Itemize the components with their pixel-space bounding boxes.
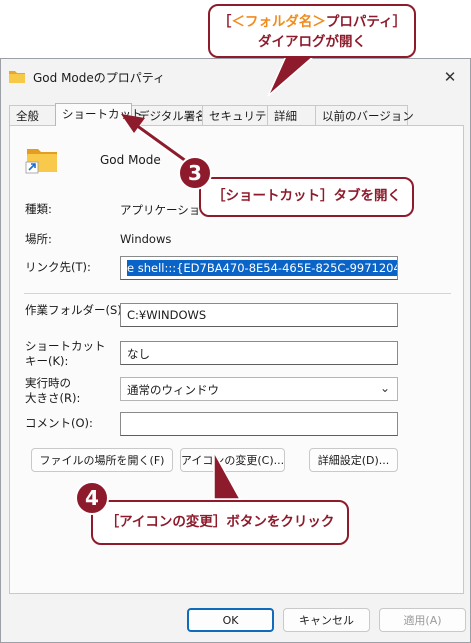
callout-dialog-opens: ダイアログが開く: [258, 34, 366, 50]
dialog-opens-callout: ［＜フォルダ名＞プロパティ］ ダイアログが開く: [208, 4, 416, 58]
step4-callout-pointer: [213, 451, 242, 500]
top-callout-pointer: [267, 55, 317, 97]
annotation-arrows: [121, 55, 317, 500]
step4-badge: 4: [75, 481, 109, 515]
step4-callout: ［アイコンの変更］ボタンをクリック: [91, 500, 349, 545]
callout-properties: プロパティ］: [325, 14, 407, 30]
step3-badge: 3: [178, 156, 212, 190]
callout-folder-name: ＜フォルダ名＞: [231, 14, 326, 30]
callout-bracket: ［: [217, 14, 232, 30]
step3-callout: ［ショートカット］タブを開く: [199, 177, 414, 217]
